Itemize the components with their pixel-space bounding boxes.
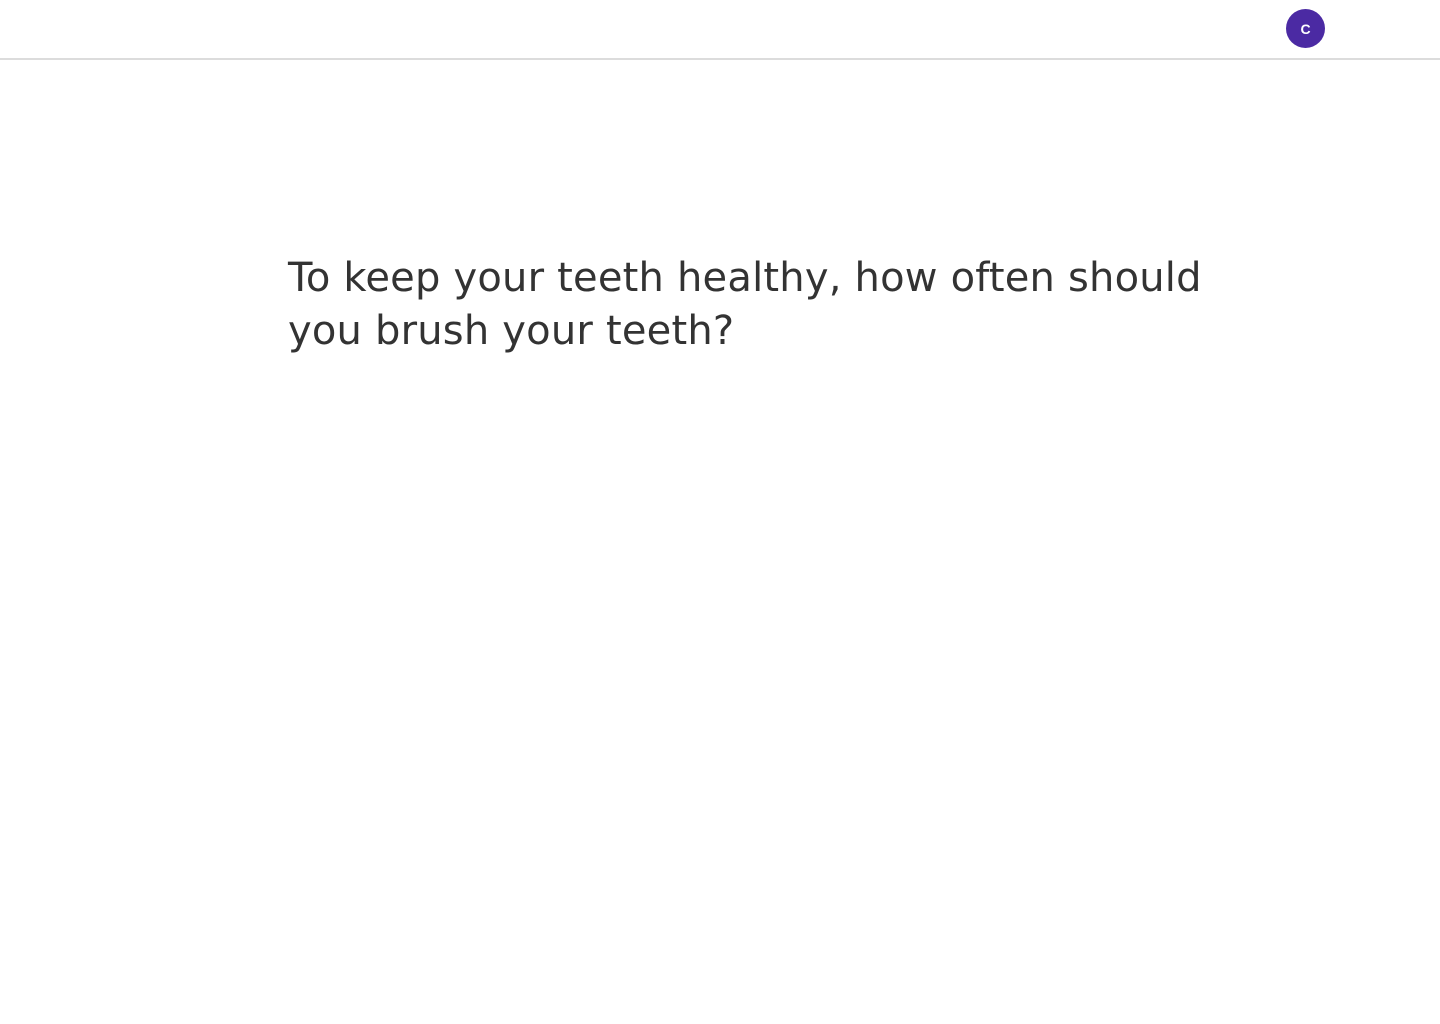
top-bar: C bbox=[0, 0, 1440, 60]
avatar[interactable]: C bbox=[1286, 9, 1325, 48]
question-text: To keep your teeth healthy, how often sh… bbox=[288, 255, 1202, 354]
avatar-initial: C bbox=[1300, 20, 1311, 37]
